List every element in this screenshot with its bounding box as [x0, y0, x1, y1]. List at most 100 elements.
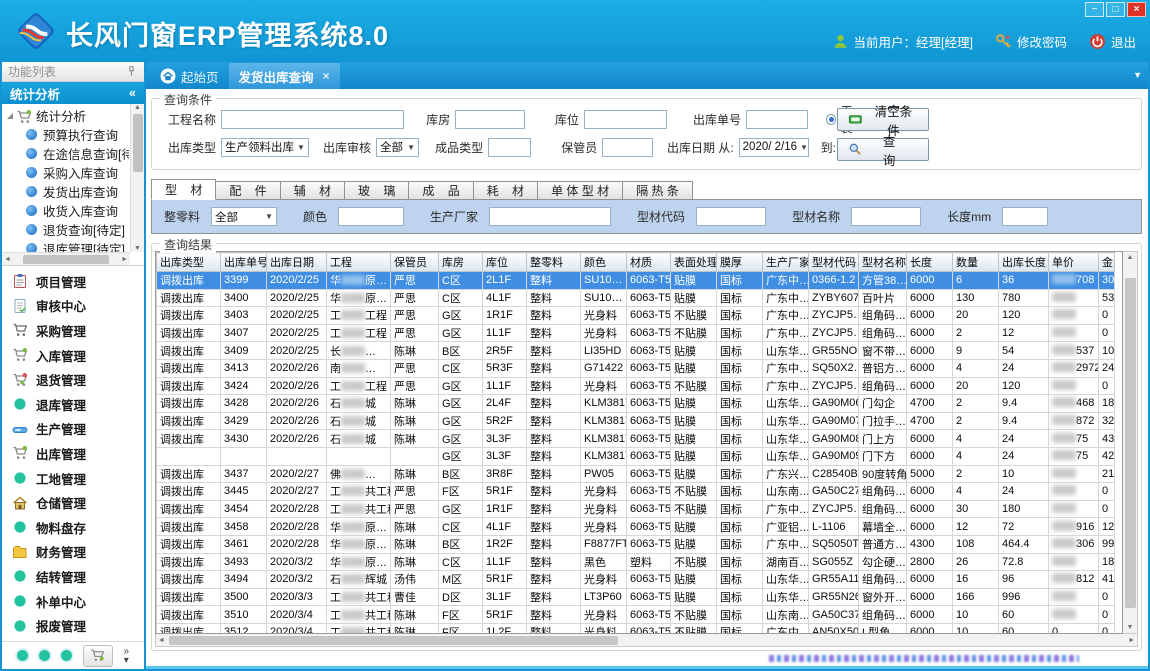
tree-item[interactable]: 在途信息查询[待 [4, 144, 129, 163]
close-tab-icon[interactable]: × [323, 69, 330, 83]
close-button[interactable]: × [1127, 2, 1146, 17]
warehouse-input[interactable] [455, 110, 525, 129]
column-header-材质[interactable]: 材质 [627, 253, 671, 272]
product-type-input[interactable] [488, 138, 531, 157]
column-header-保管员[interactable]: 保管员 [391, 253, 439, 272]
table-row[interactable]: 调拨出库34932020/3/2华原…陈琳C区1L1F整料黑色塑料不贴膜国标湖南… [157, 553, 1115, 571]
column-header-出库日期[interactable]: 出库日期 [267, 253, 327, 272]
profile-name-input[interactable] [851, 207, 921, 226]
scroll-down-icon[interactable]: ▼ [134, 245, 141, 252]
scroll-up-icon[interactable]: ▲ [134, 104, 141, 111]
change-password-button[interactable]: 修改密码 [995, 32, 1067, 51]
tree-item[interactable]: 发货出库查询 [4, 182, 129, 201]
tree-item[interactable]: 收货入库查询 [4, 201, 129, 220]
sidebar-module-仓储管理[interactable]: 仓储管理 [2, 490, 144, 515]
section-header-statistics[interactable]: 统计分析 « [2, 82, 144, 104]
table-row[interactable]: 调拨出库34032020/2/25工工程严思G区1R1F整料光身料6063-T5… [157, 307, 1115, 325]
cart-module-button[interactable] [83, 645, 113, 667]
search-button[interactable]: 查 询 [837, 138, 929, 161]
sidebar-module-财务管理[interactable]: 财务管理 [2, 540, 144, 565]
sidebar-module-物料盘存[interactable]: 物料盘存 [2, 515, 144, 540]
scroll-left-icon[interactable]: ◄ [4, 256, 11, 263]
column-header-型材代码[interactable]: 型材代码 [809, 253, 859, 272]
tree-vertical-scrollbar[interactable]: ▲ ▼ [130, 104, 144, 252]
column-header-整零料[interactable]: 整零料 [527, 253, 581, 272]
audit-select[interactable]: 全部▼ [376, 138, 419, 157]
sidebar-module-报废管理[interactable]: 报废管理 [2, 613, 144, 638]
column-header-颜色[interactable]: 颜色 [581, 253, 627, 272]
sidebar-module-结转管理[interactable]: 结转管理 [2, 564, 144, 589]
tab-发货出库查询[interactable]: 发货出库查询× [229, 63, 340, 89]
table-row[interactable]: 调拨出库34302020/2/26石城陈琳G区3L3F整料KLM38176063… [157, 430, 1115, 448]
tree-expander-icon[interactable]: ◢ [4, 111, 16, 120]
keeper-input[interactable] [602, 138, 653, 157]
tree-item[interactable]: 采购入库查询 [4, 163, 129, 182]
table-row[interactable]: 调拨出库34942020/3/2石辉城汤伟M区5R1F整料光身料6063-T5贴… [157, 571, 1115, 589]
module-dot-icon[interactable] [39, 650, 50, 661]
order-no-input[interactable] [746, 110, 808, 129]
sidebar-module-补单中心[interactable]: 补单中心 [2, 589, 144, 614]
module-dot-icon[interactable] [17, 650, 28, 661]
logout-button[interactable]: 退出 [1089, 32, 1136, 51]
scroll-right-icon[interactable]: ► [1128, 637, 1135, 644]
material-tab-玻璃[interactable]: 玻 璃 [344, 181, 409, 200]
whole-part-select[interactable]: 全部▼ [211, 207, 277, 226]
column-header-工程[interactable]: 工程 [327, 253, 391, 272]
scroll-left-icon[interactable]: ◄ [158, 637, 165, 644]
more-modules-button[interactable]: »▾ [124, 647, 130, 665]
column-header-表面处理[interactable]: 表面处理 [671, 253, 717, 272]
clear-conditions-button[interactable]: 清空条件 [837, 108, 929, 131]
location-input[interactable] [584, 110, 667, 129]
length-input[interactable] [1002, 207, 1048, 226]
pin-icon[interactable] [125, 65, 138, 78]
material-tab-隔热条[interactable]: 隔 热 条 [622, 181, 693, 200]
profile-code-input[interactable] [696, 207, 766, 226]
sidebar-module-采购管理[interactable]: 采购管理 [2, 318, 144, 343]
sidebar-module-退库管理[interactable]: 退库管理 [2, 392, 144, 417]
sidebar-module-入库管理[interactable]: 入库管理 [2, 343, 144, 368]
tree-item[interactable]: 预算执行查询 [4, 125, 129, 144]
material-tab-辅材[interactable]: 辅 材 [280, 181, 345, 200]
factory-input[interactable] [489, 207, 611, 226]
table-row[interactable]: G区3L3F整料KLM38176063-T5贴膜国标山东华…GA90M09.门下… [157, 447, 1115, 465]
scroll-down-icon[interactable]: ▼ [1127, 624, 1134, 631]
table-row[interactable]: 调拨出库34282020/2/26石城陈琳G区2L4F整料KLM38176063… [157, 395, 1115, 413]
color-input[interactable] [338, 207, 404, 226]
minimize-button[interactable]: − [1085, 2, 1104, 17]
tree-item[interactable]: 退库管理[待定] [4, 239, 129, 252]
sidebar-module-生产管理[interactable]: 生产管理 [2, 417, 144, 442]
scroll-up-icon[interactable]: ▲ [1127, 254, 1134, 261]
tab-起始页[interactable]: 起始页 [150, 63, 229, 89]
table-row[interactable]: 调拨出库34452020/2/27工共工程严思F区5R1F整料光身料6063-T… [157, 483, 1115, 501]
column-header-型材名称[interactable]: 型材名称 [859, 253, 907, 272]
table-row[interactable]: 调拨出库35122020/3/4工共工程陈琳F区1L2F整料光身料6063-T5… [157, 623, 1115, 634]
table-row[interactable]: 调拨出库34292020/2/26石城陈琳G区5R2F整料KLM38176063… [157, 412, 1115, 430]
tree-item[interactable]: 退货查询[待定] [4, 220, 129, 239]
maximize-button[interactable]: □ [1106, 2, 1125, 17]
table-row[interactable]: 调拨出库34002020/2/25华原…严思C区4L1F整料SU10…6063-… [157, 289, 1115, 307]
table-row[interactable]: 调拨出库34092020/2/25长…陈琳B区2R5F整料LI35HD6063-… [157, 342, 1115, 360]
table-row[interactable]: 调拨出库33992020/2/25华原…严思C区2L1F整料SU10…6063-… [157, 272, 1115, 290]
scroll-right-icon[interactable]: ► [121, 256, 128, 263]
column-header-长度[interactable]: 长度 [907, 253, 953, 272]
material-tab-单体型材[interactable]: 单 体 型 材 [537, 181, 623, 200]
sidebar-module-项目管理[interactable]: 项目管理 [2, 269, 144, 294]
column-header-生产厂家[interactable]: 生产厂家 [763, 253, 809, 272]
column-header-膜厚[interactable]: 膜厚 [717, 253, 763, 272]
table-row[interactable]: 调拨出库34242020/2/26工工程严思G区1L1F整料光身料6063-T5… [157, 377, 1115, 395]
sidebar-module-审核中心[interactable]: 审核中心 [2, 294, 144, 319]
table-row[interactable]: 调拨出库34372020/2/27佛…陈琳B区3R8F整料PW056063-T5… [157, 465, 1115, 483]
column-header-出库类型[interactable]: 出库类型 [157, 253, 221, 272]
module-dot-icon[interactable] [61, 650, 72, 661]
material-tab-耗材[interactable]: 耗 材 [473, 181, 538, 200]
project-name-input[interactable] [221, 110, 404, 129]
table-row[interactable]: 调拨出库34612020/2/28华原…陈琳B区1R2F整料F8877FT606… [157, 535, 1115, 553]
table-row[interactable]: 调拨出库35102020/3/4工共工程陈琳F区5R1F整料光身料6063-T5… [157, 606, 1115, 624]
tab-list-dropdown-icon[interactable]: ▼ [1133, 70, 1142, 80]
table-horizontal-scrollbar[interactable]: ◄ ► [155, 634, 1138, 647]
table-row[interactable]: 调拨出库34132020/2/26南…严思C区5R3F整料G714226063-… [157, 359, 1115, 377]
out-type-select[interactable]: 生产领料出库▼ [221, 138, 309, 157]
date-from-select[interactable]: 2020/ 2/16▼ [739, 138, 809, 157]
table-row[interactable]: 调拨出库34582020/2/28华原…陈琳C区4L1F整料光身料6063-T5… [157, 518, 1115, 536]
column-header-金[interactable]: 金 [1099, 253, 1115, 272]
